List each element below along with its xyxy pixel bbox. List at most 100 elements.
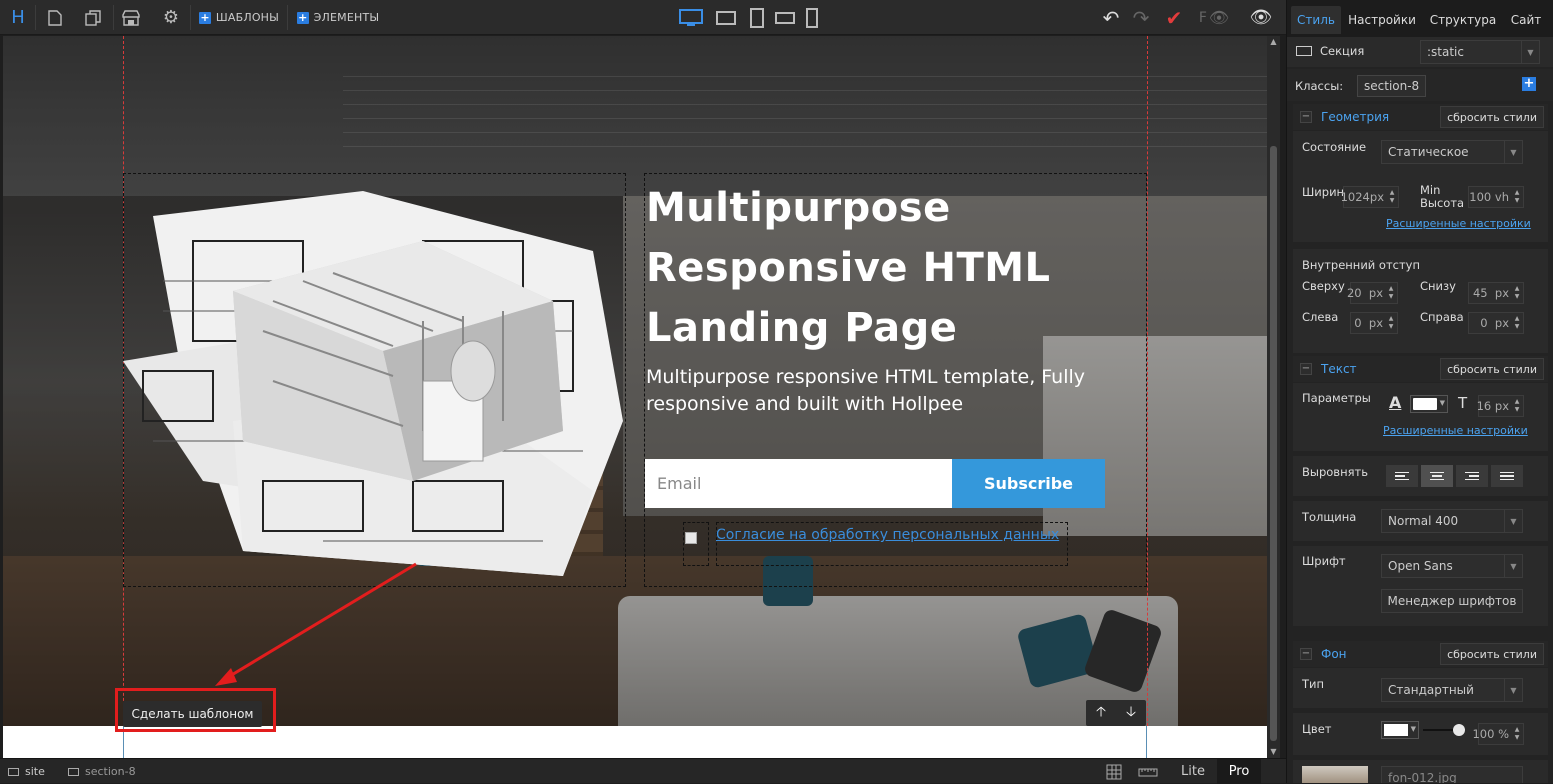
tablet-view-button[interactable] [745,0,769,35]
pages-button[interactable] [80,0,106,35]
bg-image-field[interactable]: fon-012.jpg [1381,766,1523,783]
stepper-icon[interactable]: ▲ ▼ [1387,315,1395,331]
checkmark-icon: ✔ [1165,5,1183,30]
status-bar: site section-8 Lite Pro [0,758,1286,784]
stepper-icon[interactable]: ▲ ▼ [1513,726,1521,742]
hero-section[interactable]: Multipurpose Responsive HTML Landing Pag… [3,36,1267,726]
class-tag[interactable]: section-8 [1357,75,1427,97]
desktop-view-button[interactable] [676,0,706,35]
logo-button[interactable]: H [4,0,32,35]
padding-right-label: Справа [1420,310,1464,324]
align-left-button[interactable] [1385,464,1419,488]
text-reset-button[interactable]: сбросить стили [1440,358,1544,380]
background-section-header[interactable]: − Фон сбросить стили [1293,641,1548,667]
breadcrumb-section-label: section-8 [85,765,136,778]
classes-field[interactable]: section-8 [1351,74,1511,98]
opacity-input[interactable]: 100 % ▲ ▼ [1472,723,1524,745]
consent-checkbox[interactable] [685,532,697,544]
font-size-input[interactable]: 16 px ▲ ▼ [1477,395,1524,417]
make-template-button[interactable]: Сделать шаблоном [123,701,262,727]
preview-button[interactable]: 👁 [1246,0,1276,35]
align-right-button[interactable] [1455,464,1489,488]
font-manager-button[interactable]: Менеджер шрифтов [1381,589,1523,613]
min-height-input[interactable]: 100 vh ▲ ▼ [1468,186,1524,208]
padding-right-input[interactable]: 0 px ▲ ▼ [1468,312,1524,334]
tab-structure[interactable]: Структура [1423,6,1503,34]
geometry-advanced-link[interactable]: Расширенные настройки [1386,217,1531,230]
editor-canvas[interactable]: Multipurpose Responsive HTML Landing Pag… [3,36,1267,758]
undo-button[interactable]: ↶ [1098,0,1124,35]
new-page-button[interactable] [42,0,68,35]
preview-fb-button[interactable]: F 👁 [1194,0,1234,35]
background-reset-button[interactable]: сбросить стили [1440,643,1544,665]
font-select[interactable]: Open Sans ▼ [1381,554,1523,578]
blueprint-house-image[interactable] [123,181,623,586]
laptop-view-button[interactable] [713,0,739,35]
bg-type-select[interactable]: Стандартный ▼ [1381,678,1523,702]
tab-settings[interactable]: Настройки [1343,6,1421,34]
align-line [1395,475,1405,477]
breadcrumb-section[interactable]: section-8 [68,759,136,784]
email-input[interactable] [645,459,952,508]
stepper-icon[interactable]: ▲ ▼ [1513,189,1521,205]
text-advanced-link[interactable]: Расширенные настройки [1383,424,1528,437]
collapse-icon[interactable]: − [1300,111,1312,123]
move-down-icon[interactable]: 🡣 [1126,701,1136,725]
tab-style[interactable]: Стиль [1291,6,1341,34]
scroll-up-icon[interactable]: ▲ [1267,36,1280,48]
bg-color-picker[interactable]: ▼ [1381,721,1419,739]
params-label: Параметры [1302,391,1371,405]
chevron-down-icon: ▼ [1504,510,1522,532]
text-section-header[interactable]: − Текст сбросить стили [1293,356,1548,382]
lite-mode-button[interactable]: Lite [1172,759,1214,784]
padding-left-input[interactable]: 0 px ▲ ▼ [1350,312,1398,334]
stepper-icon[interactable]: ▲ ▼ [1513,285,1521,301]
weight-label: Толщина [1302,510,1357,524]
pro-mode-button[interactable]: Pro [1217,759,1261,784]
phone-landscape-view-button[interactable] [773,0,797,35]
min-height-value: 100 [1469,190,1492,204]
font-size-icon: T [1458,394,1468,412]
opacity-slider-handle[interactable] [1453,724,1465,736]
settings-button[interactable]: ⚙ [158,0,184,35]
grid-toggle[interactable] [1106,759,1122,784]
stepper-icon[interactable]: ▲ ▼ [1387,285,1395,301]
bg-image-thumbnail[interactable] [1302,766,1368,783]
ruler-toggle[interactable] [1138,759,1158,784]
redo-button[interactable]: ↷ [1128,0,1154,35]
phone-view-button[interactable] [801,0,823,35]
scroll-down-icon[interactable]: ▼ [1267,746,1280,758]
shop-button[interactable] [118,0,144,35]
add-class-button[interactable]: + [1522,77,1536,91]
publish-button[interactable]: ✔ [1162,0,1186,35]
text-color-picker[interactable]: ▼ [1410,395,1448,413]
hero-heading[interactable]: Multipurpose Responsive HTML Landing Pag… [646,178,1146,358]
collapse-icon[interactable]: − [1300,363,1312,375]
breadcrumb-site[interactable]: site [8,759,45,784]
tab-site[interactable]: Сайт [1505,6,1547,34]
position-select[interactable]: :static ▼ [1420,40,1540,64]
width-input[interactable]: 1024 px ▲ ▼ [1341,186,1399,208]
padding-bottom-input[interactable]: 45 px ▲ ▼ [1468,282,1524,304]
geometry-title: Геометрия [1321,110,1390,124]
stepper-icon[interactable]: ▲ ▼ [1388,189,1396,205]
stepper-icon[interactable]: ▲ ▼ [1513,398,1521,414]
geometry-reset-button[interactable]: сбросить стили [1440,106,1544,128]
canvas-scrollbar[interactable]: ▲ ▼ [1267,36,1280,758]
weight-select[interactable]: Normal 400 ▼ [1381,509,1523,533]
subscribe-button[interactable]: Subscribe [952,459,1105,508]
state-select[interactable]: Статическое ▼ [1381,140,1523,164]
templates-button[interactable]: + ШАБЛОНЫ [198,0,280,35]
elements-button[interactable]: + ЭЛЕМЕНТЫ [295,0,381,35]
consent-link[interactable]: Согласие на обработку персональных данны… [716,527,1059,543]
move-up-icon[interactable]: 🡡 [1096,701,1106,725]
align-justify-button[interactable] [1490,464,1524,488]
collapse-icon[interactable]: − [1300,648,1312,660]
geometry-section-header[interactable]: − Геометрия сбросить стили [1293,104,1548,130]
hero-subtitle[interactable]: Multipurpose responsive HTML template, F… [646,364,1126,418]
stepper-icon[interactable]: ▲ ▼ [1513,315,1521,331]
align-center-button[interactable] [1420,464,1454,488]
padding-top-input[interactable]: 20 px ▲ ▼ [1347,282,1398,304]
chevron-down-icon: ▼ [1439,399,1445,407]
scrollbar-thumb[interactable] [1270,146,1277,741]
